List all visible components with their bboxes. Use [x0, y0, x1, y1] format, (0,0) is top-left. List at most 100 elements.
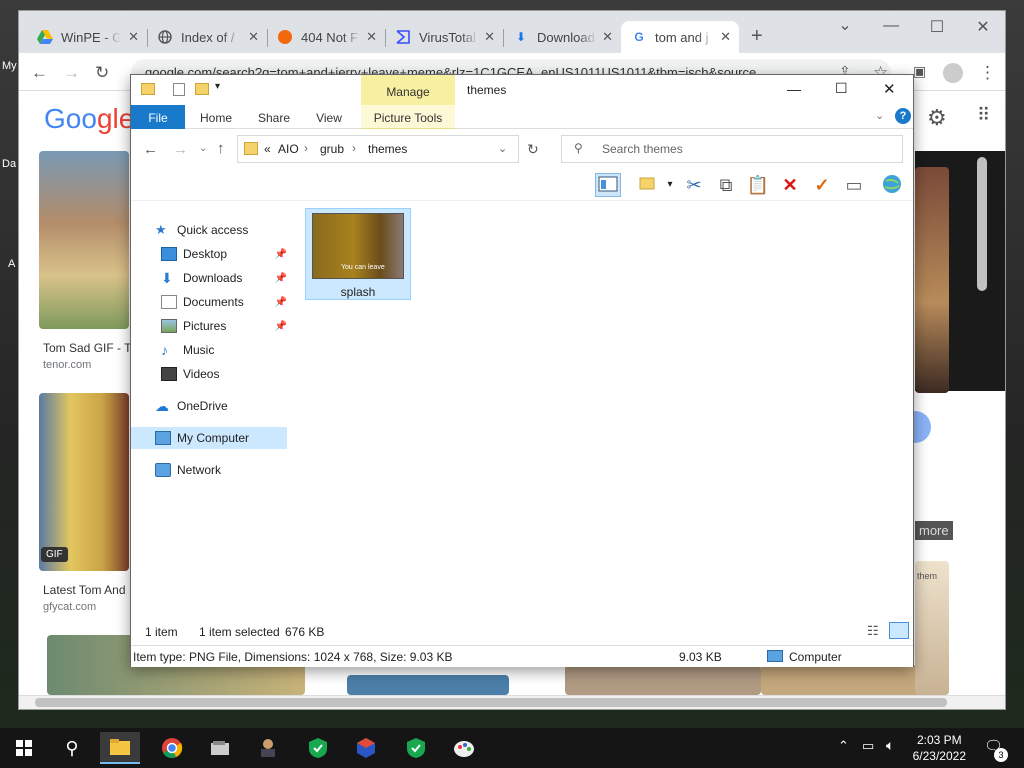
minimize-icon[interactable]: —	[787, 81, 801, 97]
result-image[interactable]	[39, 151, 129, 329]
profile-avatar[interactable]	[943, 63, 963, 83]
nav-pictures[interactable]: Pictures 📌	[161, 315, 317, 337]
google-logo[interactable]: Google	[44, 103, 134, 135]
nav-music[interactable]: ♪ Music	[161, 339, 317, 361]
pin-icon[interactable]: 📌	[275, 249, 287, 260]
search-box[interactable]: ⚲ Search themes	[561, 135, 903, 163]
copy-icon[interactable]: ⧉	[713, 173, 739, 197]
result-caption[interactable]: Tom Sad GIF - T	[43, 341, 131, 355]
address-dropdown-icon[interactable]: ⌄	[498, 142, 507, 155]
pin-icon[interactable]: 📌	[275, 297, 287, 308]
cut-icon[interactable]: ✂	[681, 173, 707, 197]
properties-icon[interactable]	[173, 83, 185, 96]
browser-tab[interactable]: 404 Not F ✕	[267, 21, 385, 53]
tab-file[interactable]: File	[131, 105, 185, 129]
nav-my-computer[interactable]: My Computer	[131, 427, 287, 449]
sidepanel-icon[interactable]: ▣	[913, 63, 926, 80]
vertical-scrollbar[interactable]	[977, 157, 987, 291]
new-tab-button[interactable]: +	[751, 25, 763, 48]
tab-view[interactable]: View	[307, 105, 351, 129]
network-globe-icon[interactable]	[879, 173, 905, 197]
nav-documents[interactable]: Documents 📌	[161, 291, 317, 313]
reload-icon[interactable]: ↻	[95, 63, 109, 83]
more-button[interactable]: more	[915, 521, 953, 540]
forward-icon[interactable]: →	[63, 63, 80, 83]
result-image[interactable]	[915, 167, 949, 393]
pin-icon[interactable]: 📌	[275, 321, 287, 332]
maximize-icon[interactable]: ☐	[835, 80, 848, 97]
result-image[interactable]	[565, 665, 761, 695]
properties-icon[interactable]: ▭	[841, 173, 867, 197]
close-window-icon[interactable]: ✕	[963, 17, 1003, 37]
browser-tab[interactable]: VirusTotal ✕	[385, 21, 503, 53]
menu-dots-icon[interactable]: ⋮	[979, 63, 996, 83]
browser-tab[interactable]: Index of / ✕	[147, 21, 267, 53]
paint-icon[interactable]	[444, 732, 484, 764]
close-icon[interactable]: ✕	[128, 29, 139, 45]
shield-icon[interactable]	[298, 732, 338, 764]
app-icon[interactable]	[248, 732, 288, 764]
app-icon[interactable]	[200, 732, 240, 764]
close-icon[interactable]: ✕	[720, 29, 731, 45]
pin-icon[interactable]: 📌	[275, 273, 287, 284]
browser-tab-active[interactable]: G tom and j ✕	[621, 21, 739, 53]
file-item-splash[interactable]: You can leave splash	[305, 208, 411, 300]
paste-icon[interactable]: 📋	[745, 173, 771, 197]
forward-icon[interactable]: →	[173, 141, 188, 158]
dropdown-arrow-icon[interactable]: ▾	[657, 173, 683, 197]
breadcrumb-aio[interactable]: AIO	[278, 142, 299, 156]
breadcrumb-themes[interactable]: themes	[368, 142, 407, 156]
clock[interactable]: 2:03 PM 6/23/2022	[913, 732, 966, 764]
result-caption[interactable]: Latest Tom And	[43, 583, 126, 597]
close-icon[interactable]: ✕	[248, 29, 259, 45]
rename-check-icon[interactable]: ✓	[809, 173, 835, 197]
nav-videos[interactable]: Videos	[161, 363, 317, 385]
result-image[interactable]	[915, 561, 949, 695]
close-icon[interactable]: ✕	[366, 29, 377, 45]
preview-pane-icon[interactable]	[595, 173, 621, 197]
desktop-icon-label[interactable]: My	[2, 60, 17, 72]
maximize-icon[interactable]: ☐	[917, 17, 957, 37]
large-icons-view-icon[interactable]	[889, 622, 909, 639]
tab-share[interactable]: Share	[251, 105, 297, 129]
result-image[interactable]	[347, 675, 509, 695]
search-icon[interactable]: ⚲	[52, 732, 92, 764]
nav-desktop[interactable]: Desktop 📌	[161, 243, 317, 265]
tray-chevron-up-icon[interactable]: ⌃	[838, 738, 849, 754]
browser-tab[interactable]: WinPE - G ✕	[27, 21, 147, 53]
nav-onedrive[interactable]: ☁ OneDrive	[155, 395, 311, 417]
file-explorer-taskbar-icon[interactable]	[100, 732, 140, 764]
chevron-right-icon[interactable]: ›	[352, 141, 356, 155]
back-icon[interactable]: ←	[31, 63, 48, 83]
back-icon[interactable]: ←	[143, 141, 158, 158]
details-view-icon[interactable]: ☷	[867, 623, 879, 639]
dropdown-arrow-icon[interactable]: ▾	[215, 81, 220, 92]
breadcrumb-overflow[interactable]: «	[264, 142, 271, 156]
chevron-right-icon[interactable]: ›	[304, 141, 308, 155]
desktop-icon-label[interactable]: A	[8, 258, 15, 270]
breadcrumb-grub[interactable]: grub	[320, 142, 344, 156]
new-folder-icon[interactable]	[195, 83, 209, 95]
desktop-icon-label[interactable]: Da	[2, 158, 16, 170]
tab-picture-tools[interactable]: Picture Tools	[361, 105, 455, 129]
nav-downloads[interactable]: ⬇ Downloads 📌	[161, 267, 317, 289]
help-icon[interactable]: ?	[895, 108, 911, 124]
nav-network[interactable]: Network	[155, 459, 311, 481]
up-icon[interactable]: ↑	[217, 140, 225, 157]
volume-icon[interactable]: 🔈︎	[886, 737, 894, 754]
network-icon[interactable]: ▭	[862, 738, 874, 754]
close-icon[interactable]: ✕	[883, 80, 896, 98]
result-image[interactable]	[39, 393, 129, 571]
minimize-icon[interactable]: —	[871, 17, 911, 35]
horizontal-scrollbar[interactable]	[19, 695, 1005, 709]
browser-tab[interactable]: ⬇ Download ✕	[503, 21, 621, 53]
tab-home[interactable]: Home	[193, 105, 239, 129]
settings-gear-icon[interactable]: ⚙	[927, 105, 947, 131]
close-icon[interactable]: ✕	[602, 29, 613, 45]
expand-ribbon-icon[interactable]: ⌄	[875, 109, 884, 122]
delete-icon[interactable]: ✕	[777, 173, 803, 197]
shield-icon[interactable]	[396, 732, 436, 764]
chrome-taskbar-icon[interactable]	[152, 732, 192, 764]
apps-grid-icon[interactable]: ⠿	[977, 105, 990, 126]
scrollbar-thumb[interactable]	[35, 698, 947, 707]
